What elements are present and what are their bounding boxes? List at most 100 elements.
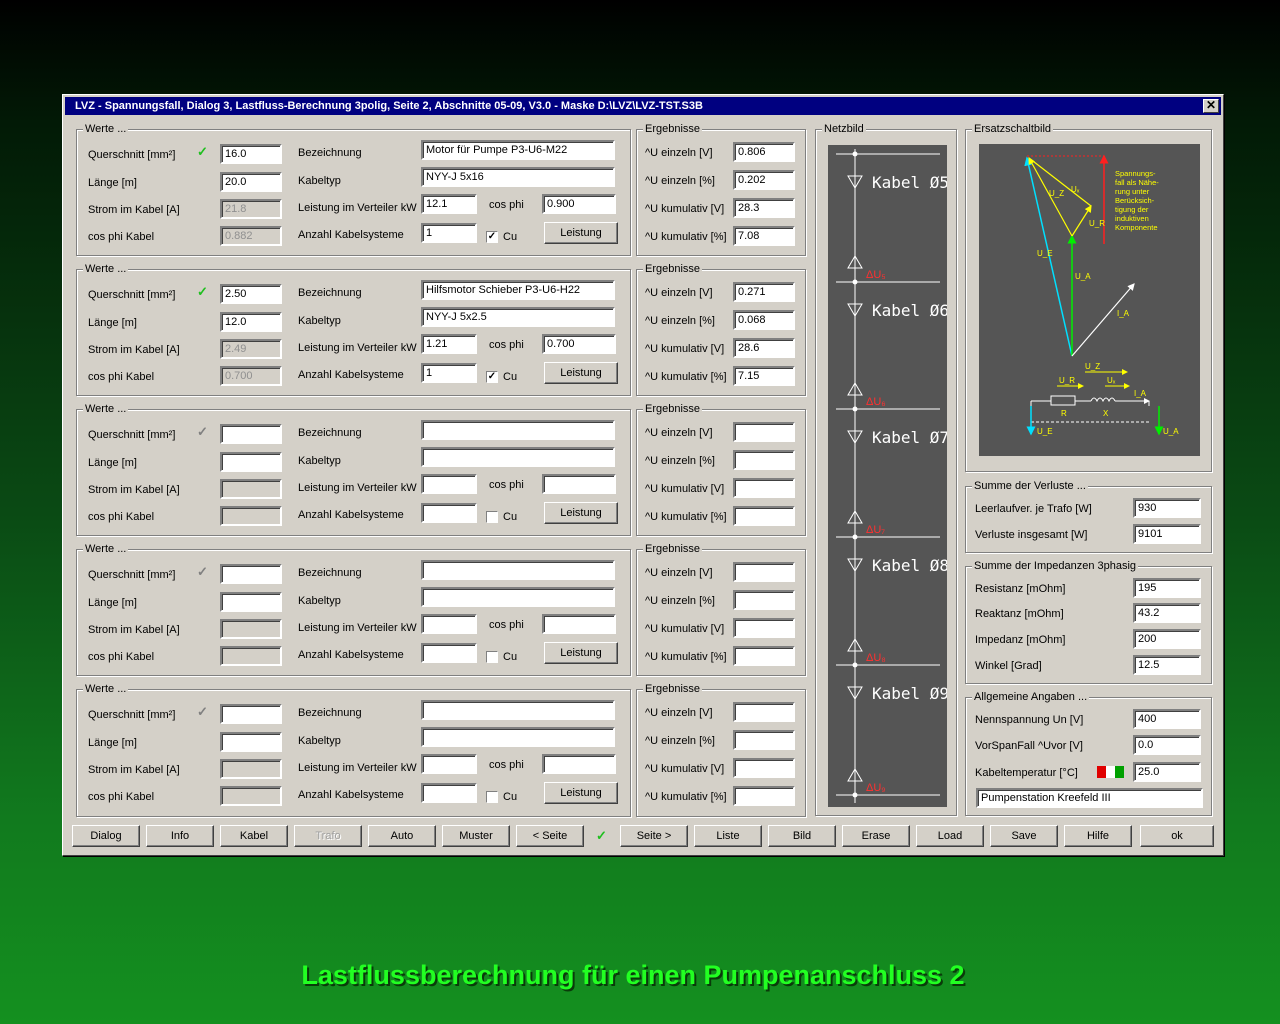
bezeichnung-field[interactable]: [421, 700, 615, 720]
cos-phi-field[interactable]: [542, 614, 616, 634]
leistung-button[interactable]: Leistung: [544, 222, 618, 244]
muster-button[interactable]: Muster: [442, 825, 510, 847]
laenge-field[interactable]: [220, 452, 282, 472]
u-kumulativ-v-field[interactable]: 28.3: [733, 198, 795, 218]
delta-u-label: ΔU₇: [866, 524, 885, 536]
querschnitt-field[interactable]: 16.0: [220, 144, 282, 164]
resistanz-field[interactable]: 195: [1133, 578, 1201, 598]
leistung-button[interactable]: Leistung: [544, 642, 618, 664]
dialog-button[interactable]: Dialog: [72, 825, 140, 847]
seite-button[interactable]: < Seite: [516, 825, 584, 847]
querschnitt-field[interactable]: [220, 424, 282, 444]
u-einzeln-pct-field[interactable]: [733, 590, 795, 610]
kabeltyp-field[interactable]: NYY-J 5x2.5: [421, 307, 615, 327]
cu-checkbox[interactable]: [486, 651, 498, 663]
querschnitt-field[interactable]: [220, 704, 282, 724]
cos-phi-field[interactable]: [542, 474, 616, 494]
ua-circuit-label: U_A: [1163, 427, 1179, 436]
leistung-field[interactable]: [421, 614, 477, 634]
u-kumulativ-pct-field[interactable]: [733, 506, 795, 526]
bezeichnung-field[interactable]: Hilfsmotor Schieber P3-U6-H22: [421, 280, 615, 300]
u-kumulativ-v-field[interactable]: [733, 618, 795, 638]
u-einzeln-v-field[interactable]: [733, 422, 795, 442]
kabeltyp-field[interactable]: [421, 727, 615, 747]
leerlauf-field[interactable]: 930: [1133, 498, 1201, 518]
vorspanfall-field[interactable]: 0.0: [1133, 735, 1201, 755]
u-einzeln-v-field[interactable]: [733, 702, 795, 722]
kabeltemp-field[interactable]: 25.0: [1133, 762, 1201, 782]
u-einzeln-v-field[interactable]: 0.806: [733, 142, 795, 162]
laenge-field[interactable]: 20.0: [220, 172, 282, 192]
u-kumulativ-pct-field[interactable]: [733, 786, 795, 806]
u-einzeln-pct-field[interactable]: 0.202: [733, 170, 795, 190]
bild-button[interactable]: Bild: [768, 825, 836, 847]
leerlauf-label: Leerlaufver. je Trafo [W]: [975, 503, 1092, 515]
ux-circuit-label: Uₓ: [1107, 376, 1116, 385]
u-einzeln-pct-field[interactable]: [733, 450, 795, 470]
impedanz-field[interactable]: 200: [1133, 629, 1201, 649]
leistung-field[interactable]: 1.21: [421, 334, 477, 354]
winkel-field[interactable]: 12.5: [1133, 655, 1201, 675]
u-einzeln-pct-field[interactable]: 0.068: [733, 310, 795, 330]
leistung-field[interactable]: 12.1: [421, 194, 477, 214]
kabel-button[interactable]: Kabel: [220, 825, 288, 847]
cos-phi-field[interactable]: 0.700: [542, 334, 616, 354]
cos-phi-field[interactable]: 0.900: [542, 194, 616, 214]
kabeltyp-field[interactable]: [421, 447, 615, 467]
bezeichnung-field[interactable]: Motor für Pumpe P3-U6-M22: [421, 140, 615, 160]
verluste-gesamt-field[interactable]: 9101: [1133, 524, 1201, 544]
cu-checkbox[interactable]: ✓: [486, 371, 498, 383]
laenge-field[interactable]: [220, 732, 282, 752]
nennspannung-field[interactable]: 400: [1133, 709, 1201, 729]
anzahl-field[interactable]: [421, 503, 477, 523]
hilfe-button[interactable]: Hilfe: [1064, 825, 1132, 847]
querschnitt-field[interactable]: [220, 564, 282, 584]
leistung-field[interactable]: [421, 754, 477, 774]
reaktanz-field[interactable]: 43.2: [1133, 603, 1201, 623]
cosphi-kabel-label: cos phi Kabel: [88, 511, 155, 523]
u-einzeln-v-field[interactable]: [733, 562, 795, 582]
liste-button[interactable]: Liste: [694, 825, 762, 847]
u-kumulativ-v-field[interactable]: 28.6: [733, 338, 795, 358]
reaktanz-label: Reaktanz [mOhm]: [975, 608, 1064, 620]
kabeltyp-field[interactable]: NYY-J 5x16: [421, 167, 615, 187]
leistung-button[interactable]: Leistung: [544, 502, 618, 524]
leistung-button[interactable]: Leistung: [544, 782, 618, 804]
load-button[interactable]: Load: [916, 825, 984, 847]
u-kumulativ-pct-field[interactable]: 7.15: [733, 366, 795, 386]
leistung-button[interactable]: Leistung: [544, 362, 618, 384]
u-einzeln-v-field[interactable]: 0.271: [733, 282, 795, 302]
ue-circuit-label: U_E: [1037, 427, 1053, 436]
anzahl-field[interactable]: [421, 643, 477, 663]
u-einzeln-pct-field[interactable]: [733, 730, 795, 750]
ok-button[interactable]: ok: [1140, 825, 1214, 847]
kabeltyp-field[interactable]: [421, 587, 615, 607]
cu-checkbox[interactable]: [486, 511, 498, 523]
querschnitt-label: Querschnitt [mm²]: [88, 149, 176, 161]
querschnitt-field[interactable]: 2.50: [220, 284, 282, 304]
anzahl-field[interactable]: 1: [421, 363, 477, 383]
u-kumulativ-v-field[interactable]: [733, 758, 795, 778]
bezeichnung-field[interactable]: [421, 560, 615, 580]
anzahl-field[interactable]: 1: [421, 223, 477, 243]
bezeichnung-field[interactable]: [421, 420, 615, 440]
save-button[interactable]: Save: [990, 825, 1058, 847]
cu-checkbox[interactable]: ✓: [486, 231, 498, 243]
station-name-field[interactable]: Pumpenstation Kreefeld III: [976, 788, 1203, 808]
ergebnisse-title: Ergebnisse: [643, 542, 703, 556]
erase-button[interactable]: Erase: [842, 825, 910, 847]
info-button[interactable]: Info: [146, 825, 214, 847]
leistung-field[interactable]: [421, 474, 477, 494]
u-kumulativ-pct-field[interactable]: 7.08: [733, 226, 795, 246]
auto-button[interactable]: Auto: [368, 825, 436, 847]
u-kumulativ-pct-field[interactable]: [733, 646, 795, 666]
close-button[interactable]: ✕: [1203, 99, 1219, 113]
kabeltyp-label: Kabeltyp: [298, 595, 341, 607]
seite-button[interactable]: Seite >: [620, 825, 688, 847]
cos-phi-field[interactable]: [542, 754, 616, 774]
u-kumulativ-v-field[interactable]: [733, 478, 795, 498]
anzahl-field[interactable]: [421, 783, 477, 803]
cu-checkbox[interactable]: [486, 791, 498, 803]
laenge-field[interactable]: [220, 592, 282, 612]
laenge-field[interactable]: 12.0: [220, 312, 282, 332]
